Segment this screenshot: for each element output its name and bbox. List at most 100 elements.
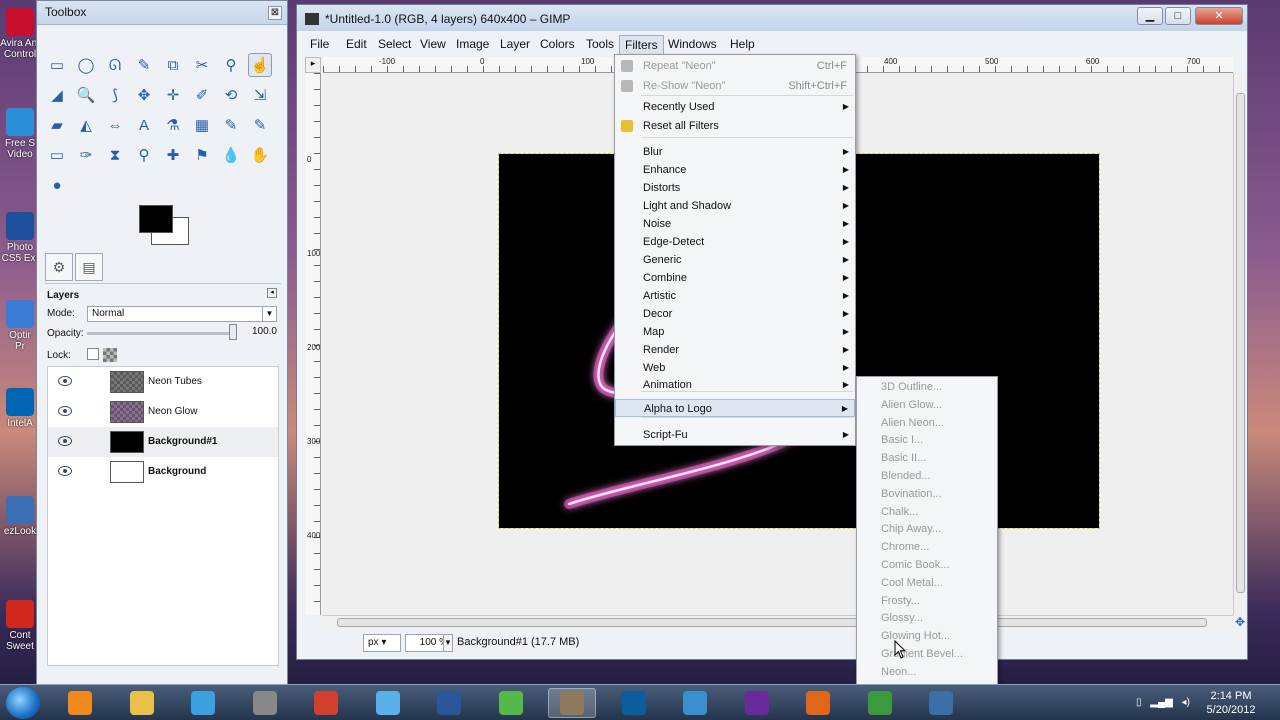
filters-menu-item[interactable]: Map ▶ — [615, 323, 855, 341]
taskbar-app-color-picker[interactable] — [487, 688, 535, 718]
opacity-slider-handle[interactable] — [229, 324, 237, 340]
alpha-to-logo-item[interactable]: Bovination... — [881, 488, 942, 500]
tool-icon[interactable]: ✛ — [161, 83, 185, 107]
alpha-to-logo-item[interactable]: Chrome... — [881, 541, 929, 553]
tool-icon[interactable]: ⚑ — [190, 143, 214, 167]
tool-icon[interactable]: ◯ — [74, 53, 98, 77]
filters-menu-item[interactable]: Recently Used ▶ — [615, 98, 855, 116]
filters-menu-item[interactable]: Animation ▶ — [615, 376, 855, 394]
tool-icon[interactable]: ⇔ — [103, 113, 127, 137]
tool-icon[interactable]: ✑ — [74, 143, 98, 167]
menu-file[interactable]: File — [305, 35, 334, 55]
menu-windows[interactable]: Windows — [663, 35, 722, 55]
filters-menu-item[interactable]: Noise ▶ — [615, 215, 855, 233]
menu-image[interactable]: Image — [451, 35, 494, 55]
taskbar-app-tools[interactable] — [241, 688, 289, 718]
filters-menu-item[interactable]: Distorts ▶ — [615, 179, 855, 197]
layers-tab[interactable]: ▤ — [75, 253, 103, 281]
menu-filters[interactable]: Filters — [619, 35, 664, 55]
tool-options-tab[interactable]: ⚙ — [45, 253, 73, 281]
tool-icon[interactable]: ⟆ — [103, 83, 127, 107]
alpha-to-logo-item[interactable]: 3D Outline... — [881, 381, 942, 393]
clock[interactable]: 2:14 PM 5/20/2012 — [1196, 689, 1266, 717]
layer-row[interactable]: Neon Tubes — [48, 367, 278, 397]
filters-menu-item[interactable]: Light and Shadow ▶ — [615, 197, 855, 215]
tool-icon[interactable]: ◭ — [74, 113, 98, 137]
alpha-to-logo-item[interactable]: Alien Glow... — [881, 399, 942, 411]
eye-icon[interactable] — [58, 436, 72, 446]
eye-icon[interactable] — [58, 376, 72, 386]
tool-icon[interactable]: ▦ — [190, 113, 214, 137]
filters-menu-item[interactable]: Alpha to Logo ▶ — [615, 399, 855, 417]
filters-menu-item[interactable]: Render ▶ — [615, 341, 855, 359]
tool-icon[interactable]: ✂ — [190, 53, 214, 77]
menu-colors[interactable]: Colors — [535, 35, 580, 55]
toolbox-window[interactable]: Toolbox ⊠ ▭ ◯ ᘏ ✎ ⧉ ✂ ⚲ ☝ ◢ 🔍 ⟆ ✥ ✛ ✐ ⟲ ⇲ ▰ ◭ ⇔ A ⚗ ▦ ✎ ✎ ▭ ✑ ⧗ ⚲ ✚ ⚑… — [36, 0, 288, 690]
battery-icon[interactable]: ▯ — [1136, 697, 1142, 708]
horizontal-scrollbar[interactable] — [323, 615, 1233, 629]
navigate-icon[interactable]: ✥ — [1233, 615, 1247, 629]
tool-icon[interactable]: 💧 — [219, 143, 243, 167]
taskbar-app-paint[interactable] — [364, 688, 412, 718]
lock-pixels-checkbox[interactable] — [87, 348, 99, 360]
desktop-icon[interactable]: IntelA — [0, 388, 40, 429]
menu-select[interactable]: Select — [373, 35, 416, 55]
horizontal-scroll-thumb[interactable] — [337, 618, 1207, 627]
alpha-to-logo-item[interactable]: Basic I... — [881, 434, 923, 446]
alpha-to-logo-item[interactable]: Neon... — [881, 666, 916, 678]
taskbar-app-word[interactable] — [425, 688, 473, 718]
taskbar-app-gimp[interactable] — [548, 688, 596, 718]
desktop-icon[interactable]: Photo CS5 Ext — [0, 212, 40, 264]
tool-icon[interactable]: ✚ — [161, 143, 185, 167]
tool-icon[interactable]: ✎ — [219, 113, 243, 137]
tool-icon[interactable]: ⟲ — [219, 83, 243, 107]
tool-icon[interactable]: ✋ — [248, 143, 272, 167]
desktop-icon[interactable]: ezLook — [0, 496, 40, 537]
tool-icon[interactable]: ◢ — [45, 83, 69, 107]
toolbox-close-button[interactable]: ⊠ — [268, 6, 282, 20]
tool-icon[interactable]: ▰ — [45, 113, 69, 137]
eye-icon[interactable] — [58, 406, 72, 416]
alpha-to-logo-item[interactable]: Glowing Hot... — [881, 630, 950, 642]
tool-icon[interactable]: ✎ — [132, 53, 156, 77]
tool-icon[interactable]: ✥ — [132, 83, 156, 107]
filters-menu-item[interactable]: Reset all Filters — [615, 117, 855, 135]
menu-help[interactable]: Help — [725, 35, 760, 55]
alpha-to-logo-item[interactable]: Cool Metal... — [881, 577, 943, 589]
filters-menu-item[interactable]: Combine ▶ — [615, 269, 855, 287]
tool-icon[interactable]: ▭ — [45, 143, 69, 167]
filters-menu-item[interactable]: Edge-Detect ▶ — [615, 233, 855, 251]
start-button[interactable] — [6, 687, 40, 719]
taskbar-app-itunes[interactable] — [179, 688, 227, 718]
menu-tools[interactable]: Tools — [581, 35, 619, 55]
desktop-icon[interactable]: Cont Sweet — [0, 600, 40, 652]
opacity-value[interactable]: 100.0 — [241, 326, 277, 340]
tool-icon[interactable]: ⚲ — [219, 53, 243, 77]
tool-icon[interactable]: ⚗ — [161, 113, 185, 137]
tool-icon[interactable]: 🔍 — [74, 83, 98, 107]
vertical-scrollbar[interactable] — [1233, 73, 1247, 615]
layer-row[interactable]: Background#1 — [48, 427, 278, 457]
taskbar-app-chrome[interactable] — [856, 688, 904, 718]
minimize-button[interactable]: ▁ — [1137, 7, 1163, 25]
alpha-to-logo-item[interactable]: Frosty... — [881, 595, 920, 607]
filters-menu-item[interactable]: Enhance ▶ — [615, 161, 855, 179]
lock-alpha-checkbox[interactable] — [103, 348, 117, 362]
filters-menu-item[interactable]: Generic ▶ — [615, 251, 855, 269]
eye-icon[interactable] — [58, 466, 72, 476]
alpha-to-logo-item[interactable]: Chalk... — [881, 506, 918, 518]
taskbar-app-vlc[interactable] — [56, 688, 104, 718]
desktop-icon[interactable]: Avira Ant Control — [0, 8, 40, 60]
desktop-icon[interactable]: Free S Video — [0, 108, 40, 160]
tool-icon[interactable]: ᘏ — [103, 53, 127, 77]
filters-menu-item[interactable]: Artistic ▶ — [615, 287, 855, 305]
tool-icon[interactable]: ▭ — [45, 53, 69, 77]
tool-icon[interactable]: ☝ — [248, 53, 272, 77]
menu-edit[interactable]: Edit — [341, 35, 372, 55]
alpha-to-logo-item[interactable]: Comic Book... — [881, 559, 949, 571]
filters-menu-item[interactable]: Repeat "Neon" Ctrl+F — [615, 57, 855, 75]
filters-menu-item[interactable]: Decor ▶ — [615, 305, 855, 323]
vertical-scroll-thumb[interactable] — [1236, 93, 1245, 593]
desktop-icon[interactable]: Optir Pr — [0, 300, 40, 352]
filters-menu-item[interactable]: Re-Show "Neon" Shift+Ctrl+F — [615, 77, 855, 95]
